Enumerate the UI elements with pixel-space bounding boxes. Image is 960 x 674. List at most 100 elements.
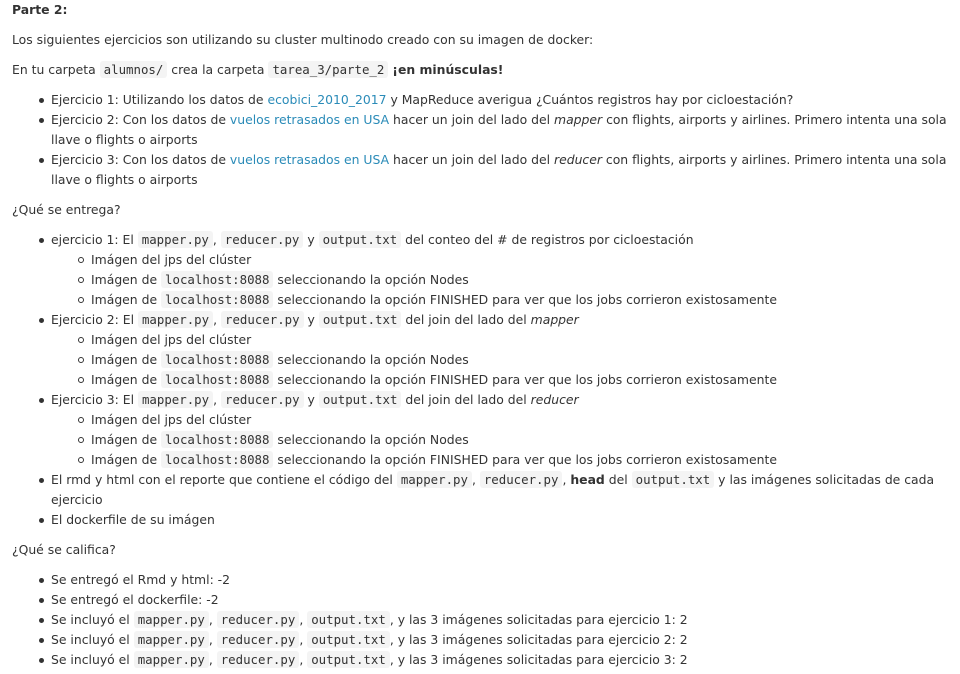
text: seleccionando la opción FINISHED para ve… [273, 372, 777, 387]
list-item: Se incluyó el mapper.py, reducer.py, out… [39, 610, 948, 630]
list-item: El dockerfile de su imágen [39, 510, 948, 530]
text: seleccionando la opción Nodes [273, 352, 469, 367]
code: output.txt [307, 611, 390, 628]
text: , [208, 632, 217, 647]
link-ecobici[interactable]: ecobici_2010_2017 [267, 92, 386, 107]
entrega-list: ejercicio 1: El mapper.py, reducer.py y … [12, 230, 948, 530]
code: output.txt [318, 231, 402, 248]
code: reducer.py [220, 391, 304, 408]
code: output.txt [318, 391, 402, 408]
intro-text: Los siguientes ejercicios son utilizando… [12, 32, 594, 47]
list-item: Ejercicio 2: El mapper.py, reducer.py y … [39, 310, 948, 390]
text: , [212, 232, 221, 247]
text: Ejercicio 3: Con los datos de [51, 152, 230, 167]
list-item: Ejercicio 2: Con los datos de vuelos ret… [39, 110, 948, 150]
text: Imágen de [91, 452, 162, 467]
code: tarea_3/parte_2 [268, 61, 389, 78]
text: hacer un join del lado del [389, 152, 554, 167]
code: mapper.py [137, 231, 213, 248]
text: Imágen de [91, 432, 162, 447]
text: y [303, 232, 319, 247]
sub-item: Imágen de localhost:8088 seleccionando l… [78, 450, 948, 470]
sub-list: Imágen del jps del clúster Imágen de loc… [51, 410, 948, 470]
list-item: El rmd y html con el reporte que contien… [39, 470, 948, 510]
text: del join del lado del [401, 312, 531, 327]
sub-item: Imágen de localhost:8088 seleccionando l… [78, 270, 948, 290]
text: En tu carpeta [12, 62, 100, 77]
text: Ejercicio 3: El [51, 392, 138, 407]
list-item: Ejercicio 3: Con los datos de vuelos ret… [39, 150, 948, 190]
code: localhost:8088 [161, 291, 274, 308]
text: seleccionando la opción Nodes [273, 432, 469, 447]
text: , [213, 392, 221, 407]
code: localhost:8088 [161, 371, 274, 388]
code: reducer.py [216, 631, 300, 648]
emphasis: reducer [554, 152, 602, 167]
code: reducer.py [216, 651, 300, 668]
link-vuelos[interactable]: vuelos retrasados en USA [230, 112, 389, 127]
code: output.txt [631, 471, 715, 488]
text: , y las 3 imágenes solicitadas para ejer… [389, 632, 688, 647]
bold-text: head [570, 472, 605, 487]
text: seleccionando la opción FINISHED para ve… [273, 452, 777, 467]
text: del conteo del # de registros por cicloe… [401, 232, 694, 247]
code: output.txt [307, 631, 390, 648]
code: mapper.py [133, 611, 209, 628]
code: localhost:8088 [161, 351, 274, 368]
text: seleccionando la opción Nodes [273, 272, 469, 287]
code: mapper.py [137, 311, 214, 328]
list-item: Se entregó el dockerfile: -2 [39, 590, 948, 610]
emphasis: mapper [554, 112, 603, 127]
list-item: Se incluyó el mapper.py, reducer.py, out… [39, 630, 948, 650]
code: output.txt [307, 651, 390, 668]
list-item: Ejercicio 1: Utilizando los datos de eco… [39, 90, 948, 110]
text: Imágen de [91, 372, 162, 387]
text: del [604, 472, 632, 487]
code: reducer.py [479, 471, 563, 488]
text: , y las 3 imágenes solicitadas para ejer… [389, 652, 688, 667]
code: mapper.py [396, 471, 472, 488]
entrega-heading: ¿Qué se entrega? [12, 202, 121, 217]
list-item: Se incluyó el mapper.py, reducer.py, out… [39, 650, 948, 670]
califica-heading: ¿Qué se califica? [12, 542, 116, 557]
code: output.txt [318, 311, 402, 328]
list-item: ejercicio 1: El mapper.py, reducer.py y … [39, 230, 948, 310]
code: mapper.py [137, 391, 214, 408]
text: Imágen de [91, 292, 162, 307]
text: Ejercicio 2: El [51, 312, 138, 327]
text: Se incluyó el [51, 632, 134, 647]
code: reducer.py [220, 231, 304, 248]
code: alumnos/ [99, 61, 168, 78]
text: Ejercicio 1: Utilizando los datos de [51, 92, 268, 107]
list-item: Se entregó el Rmd y html: -2 [39, 570, 948, 590]
text: Imágen de [91, 352, 162, 367]
text: El rmd y html con el reporte que contien… [51, 472, 397, 487]
code: localhost:8088 [161, 451, 274, 468]
text: Se incluyó el [51, 652, 134, 667]
text: crea la carpeta [167, 62, 269, 77]
code: localhost:8088 [161, 431, 274, 448]
emphasis: reducer [530, 392, 579, 407]
text: , [208, 612, 217, 627]
document: Parte 2: Los siguientes ejercicios son u… [0, 0, 960, 670]
text: y [303, 392, 319, 407]
sub-item: Imágen del jps del clúster [78, 330, 948, 350]
text: , [213, 312, 221, 327]
text: ejercicio 1: El [51, 232, 138, 247]
bold-note: ¡en minúsculas! [392, 62, 504, 77]
section-title: Parte 2: [12, 2, 68, 17]
link-vuelos[interactable]: vuelos retrasados en USA [230, 152, 389, 167]
code: reducer.py [220, 311, 304, 328]
sub-item: Imágen de localhost:8088 seleccionando l… [78, 350, 948, 370]
text: Imágen de [91, 272, 162, 287]
text: y [303, 312, 319, 327]
text: Ejercicio 2: Con los datos de [51, 112, 230, 127]
emphasis: mapper [530, 312, 579, 327]
code: localhost:8088 [161, 271, 274, 288]
sub-item: Imágen de localhost:8088 seleccionando l… [78, 290, 948, 310]
sub-list: Imágen del jps del clúster Imágen de loc… [51, 330, 948, 390]
text: hacer un join del lado del [389, 112, 554, 127]
califica-list: Se entregó el Rmd y html: -2 Se entregó … [12, 570, 948, 670]
exercise-list: Ejercicio 1: Utilizando los datos de eco… [12, 90, 948, 190]
sub-item: Imágen de localhost:8088 seleccionando l… [78, 370, 948, 390]
